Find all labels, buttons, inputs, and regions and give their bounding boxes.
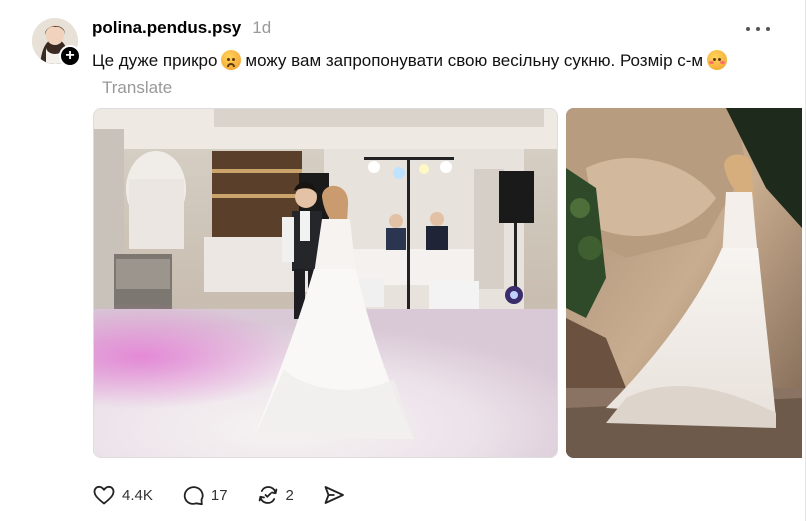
post-caption: Це дуже прикро можу вам запропонувати сво…	[92, 47, 772, 101]
comment-icon	[183, 486, 204, 506]
caption-text-2: можу вам запропонувати свою весільну сук…	[245, 51, 704, 70]
post-photo-bride-outdoors[interactable]	[566, 108, 802, 458]
heart-icon	[93, 485, 115, 505]
post-timestamp[interactable]: 1d	[252, 18, 271, 38]
post-actions: 4.4K 17 2	[92, 482, 374, 508]
thread-post: + polina.pendus.psy 1d Це дуже прикро мож…	[0, 0, 806, 521]
reply-count: 17	[210, 486, 228, 504]
caption-text-1: Це дуже прикро	[92, 51, 218, 70]
follow-plus-icon[interactable]: +	[59, 45, 81, 67]
more-icon[interactable]	[746, 17, 770, 41]
share-icon	[324, 486, 344, 504]
share-button[interactable]	[322, 483, 346, 507]
avatar[interactable]: +	[32, 18, 81, 67]
blushing-face-emoji	[707, 50, 728, 70]
reply-button[interactable]: 17	[181, 483, 228, 507]
repost-icon	[258, 486, 277, 504]
translate-link[interactable]: Translate	[102, 78, 172, 97]
username-link[interactable]: polina.pendus.psy	[92, 18, 241, 38]
sad-face-emoji	[221, 50, 242, 70]
like-button[interactable]: 4.4K	[92, 483, 153, 507]
post-header: polina.pendus.psy 1d	[92, 18, 271, 42]
repost-button[interactable]: 2	[256, 483, 294, 507]
post-photo-wedding-dance[interactable]	[93, 108, 558, 458]
like-count: 4.4K	[122, 486, 153, 504]
repost-count: 2	[285, 486, 294, 504]
